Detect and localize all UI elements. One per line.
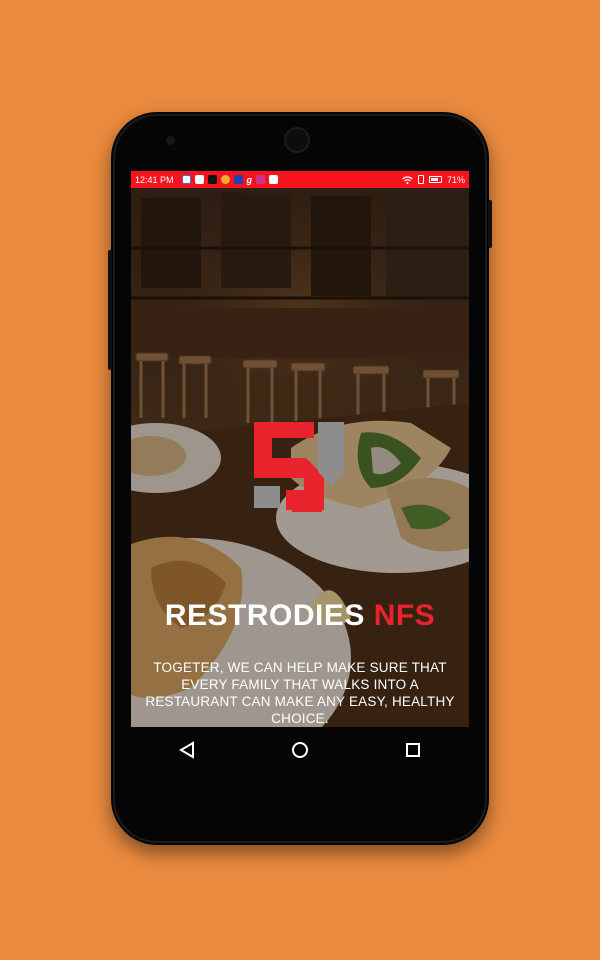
app-icon — [220, 175, 230, 184]
tagline-text: TOGETER, WE CAN HELP MAKE SURE THAT EVER… — [145, 660, 455, 726]
back-button[interactable] — [167, 730, 207, 770]
tiktok-icon — [207, 175, 217, 184]
home-button[interactable] — [280, 730, 320, 770]
status-right: 71% — [402, 175, 465, 185]
wifi-icon — [402, 175, 413, 184]
brand-name: RESTRODIES — [164, 599, 365, 632]
battery-icon — [428, 176, 442, 183]
instagram-icon — [256, 175, 266, 184]
brand-accent: NFS — [373, 599, 436, 632]
notification-icons: g — [181, 174, 279, 185]
restrodies-logo — [254, 422, 344, 512]
home-circle-icon — [291, 741, 308, 758]
status-bar: 12:41 PM g 71% — [131, 171, 469, 188]
earpiece-speaker — [284, 127, 310, 153]
gallery-icon — [194, 175, 204, 184]
app-screen: 12:41 PM g 71% RESTRODIES NFS TOGETER, W… — [131, 171, 469, 727]
jio-icon — [233, 175, 243, 184]
brand-title: RESTRODIES NFS — [131, 599, 469, 633]
status-time: 12:41 PM — [135, 174, 174, 185]
sim-icon — [417, 175, 424, 184]
recents-square-icon — [405, 742, 420, 757]
front-camera — [166, 136, 175, 145]
battery-level: 71% — [446, 174, 465, 185]
back-triangle-icon — [179, 740, 195, 759]
android-nav-bar — [131, 727, 469, 772]
recents-button[interactable] — [393, 730, 433, 770]
gmail-icon — [269, 175, 279, 184]
power-button — [488, 200, 492, 248]
mail-icon — [181, 175, 191, 184]
g-icon: g — [246, 174, 253, 185]
volume-button — [108, 250, 112, 370]
